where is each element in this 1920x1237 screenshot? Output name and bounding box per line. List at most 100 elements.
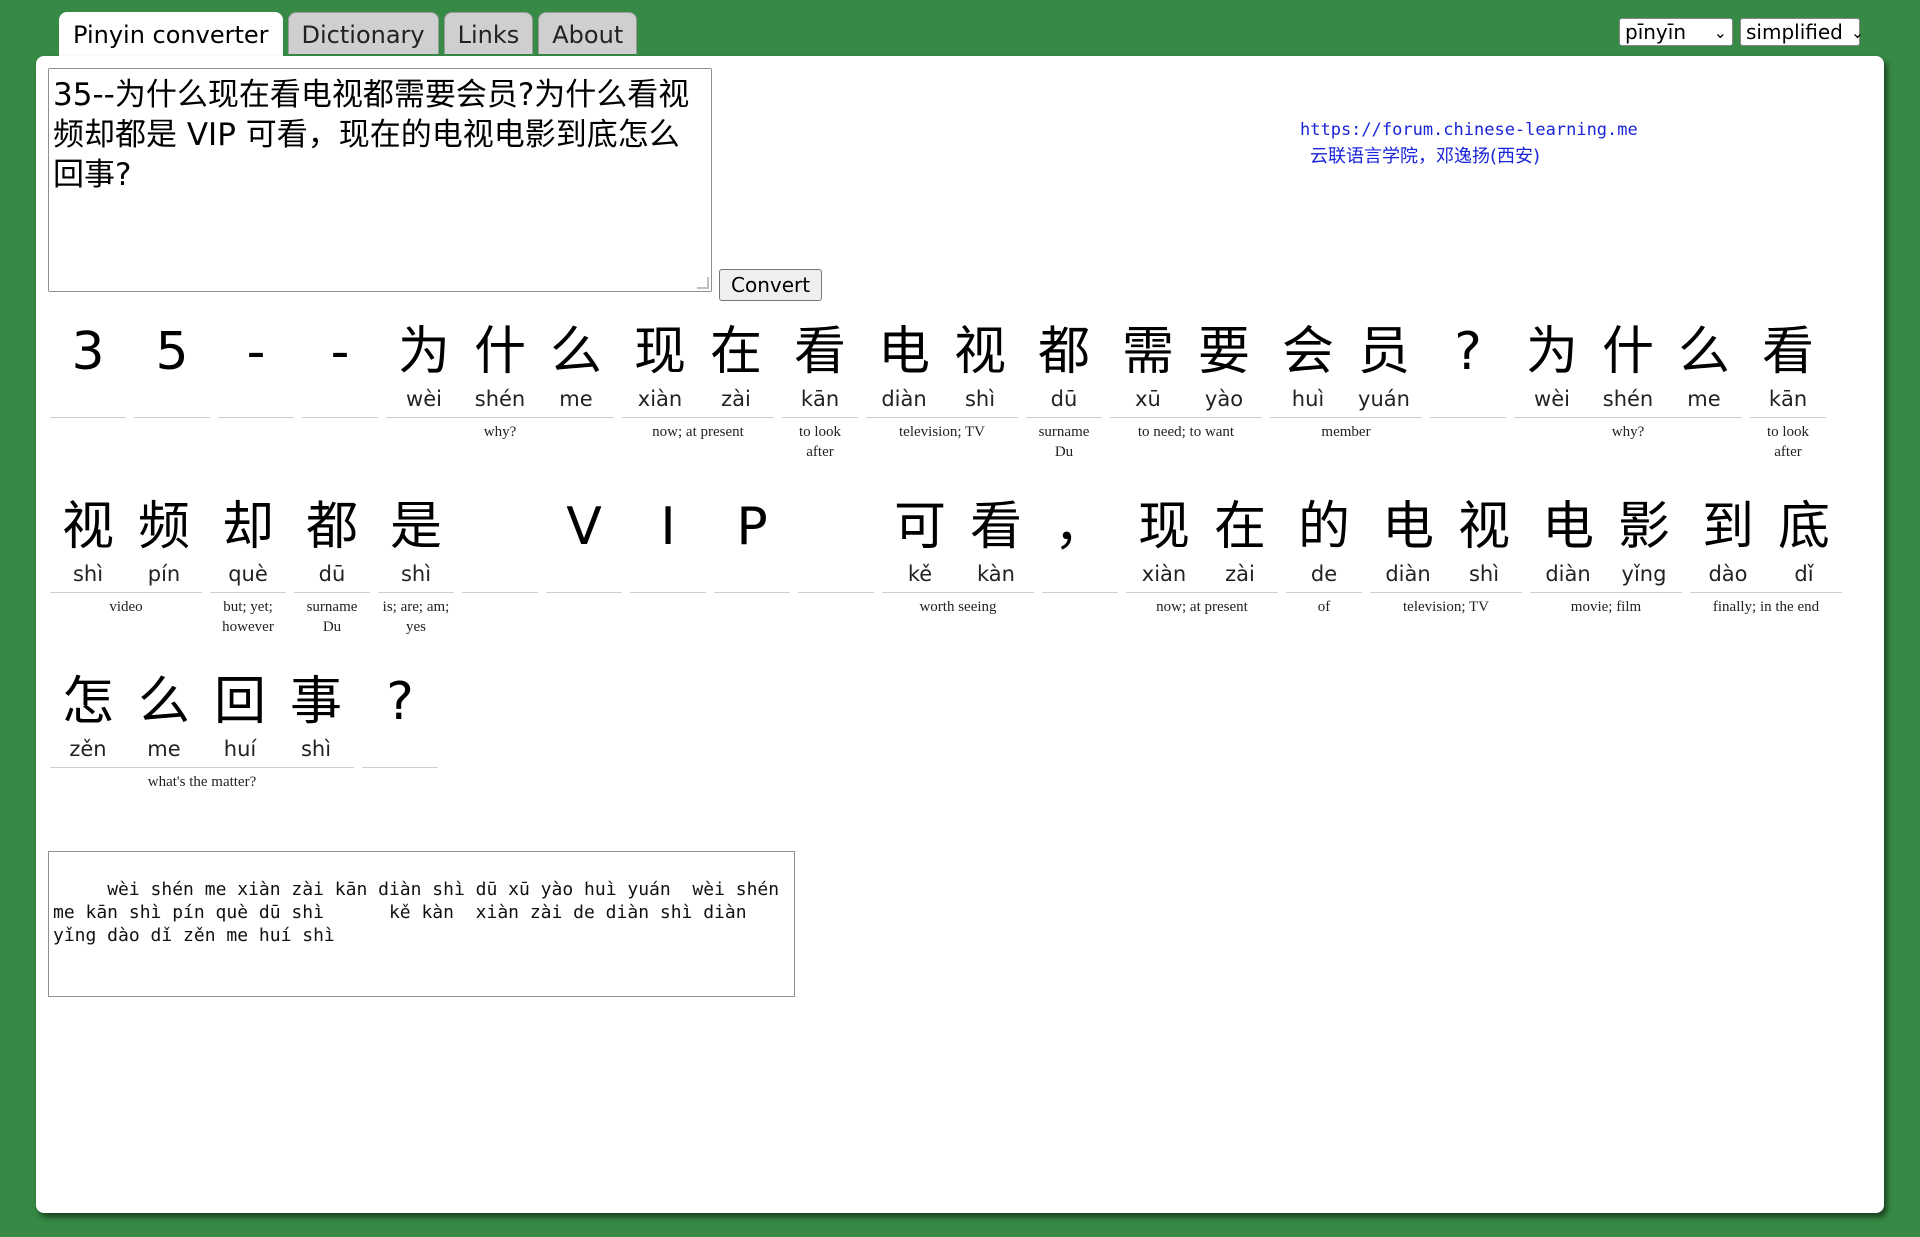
word-group: 为 wèi 什 shén 么 me why? [386,319,614,442]
pinyin [50,385,126,413]
character-cell: 回 huí [202,669,278,763]
word-divider [462,592,538,593]
character-cell: 现 xiàn [1126,494,1202,588]
annotation-row: 视 shì 频 pín video 却 què but; yet; however 都 dū sur… [50,494,1850,669]
hanzi: ， [1053,497,1106,557]
character-cell: 视 shì [50,494,126,588]
character-cell: 可 kě [882,494,958,588]
word-characters: 都 dū [294,494,370,588]
annotation-row: 怎 zěn 么 me 回 huí 事 shì what's the matter?? [50,669,1850,844]
word-divider [218,417,294,418]
hanzi: ? [1454,322,1482,382]
tab-dictionary[interactable]: Dictionary [287,12,439,54]
hanzi: 在 [709,322,762,382]
character-cell: 么 me [126,669,202,763]
word-group: I [630,494,706,597]
character-cell: 看 kàn [958,494,1034,588]
word-divider [294,592,370,593]
word-definition: movie; film [1570,599,1642,615]
romanization-select[interactable]: pīnyīn ⌄ [1619,18,1733,46]
hanzi: 为 [1525,322,1578,382]
word-divider [1514,417,1742,418]
hanzi: V [566,497,602,557]
word-divider [622,417,774,418]
character-cell: 么 me [1666,319,1742,413]
hanzi [798,494,874,560]
word-group: ， [1042,494,1118,597]
pinyin: diàn [1545,562,1591,586]
tab-bar: Pinyin converter Dictionary Links About [59,12,638,58]
character-cell: 视 shì [942,319,1018,413]
word-divider [1370,592,1522,593]
script-select[interactable]: simplified ⌄ [1740,18,1864,46]
word-group: P [714,494,790,597]
word-divider [1430,417,1506,418]
word-definition: video [109,599,143,615]
hanzi: 怎 [61,672,114,732]
hanzi: 要 [1197,322,1250,382]
romanization-select-value: pīnyīn [1625,20,1686,44]
hanzi: 底 [1777,497,1830,557]
pinyin: xiàn [1141,562,1187,586]
word-definition: but; yet; however [222,599,274,635]
word-characters: 可 kě 看 kàn [882,494,1034,588]
word-characters: 为 wèi 什 shén 么 me [386,319,614,413]
hanzi: 什 [1601,322,1654,382]
word-divider [798,592,874,593]
word-definition: worth seeing [919,599,997,615]
hanzi: 什 [473,322,526,382]
pinyin: dǐ [1794,562,1814,586]
word-characters: 视 shì 频 pín [50,494,202,588]
character-cell: 电 diàn [1530,494,1606,588]
hanzi: - [246,322,266,382]
pinyin: dào [1708,562,1748,586]
pinyin: de [1310,562,1338,586]
word-definition: member [1321,424,1371,440]
pinyin-output-value: wèi shén me xiàn zài kān diàn shì dū xū … [53,879,790,946]
word-group: 到 dào 底 dǐ finally; in the end [1690,494,1842,617]
word-group: 却 què but; yet; however [210,494,286,637]
word-group: 会 huì 员 yuán member [1270,319,1422,442]
word-divider [1286,592,1362,593]
hanzi: 会 [1281,322,1334,382]
pinyin: shì [964,387,996,411]
hanzi: P [736,497,768,557]
hanzi: 看 [1761,322,1814,382]
forum-link[interactable]: https://forum.chinese-learning.me [1300,120,1638,140]
tab-about[interactable]: About [538,12,638,54]
tab-pinyin-converter[interactable]: Pinyin converter [59,12,283,58]
character-cell: 的 de [1286,494,1362,588]
chinese-text-value: 35--为什么现在看电视都需要会员?为什么看视频却都是 VIP 可看，现在的电视… [53,77,690,193]
word-group: 可 kě 看 kàn worth seeing [882,494,1034,617]
word-characters [798,494,874,588]
pinyin: yuán [1358,387,1410,411]
word-definition: now; at present [652,424,744,440]
pinyin: shì [300,737,332,761]
character-cell: 怎 zěn [50,669,126,763]
word-characters: 都 dū [1026,319,1102,413]
pinyin: shén [474,387,526,411]
chevron-down-icon: ⌄ [1850,22,1865,42]
word-characters: 却 què [210,494,286,588]
pinyin: zěn [69,737,107,761]
annotated-text: 3 5- - 为 wèi 什 shén 么 me why? 现 xiàn 在 zài now; at pre… [50,319,1850,844]
pinyin: huí [223,737,257,761]
convert-button[interactable]: Convert [719,269,823,301]
pinyin: shén [1602,387,1654,411]
tab-links[interactable]: Links [443,12,534,54]
hanzi: 现 [1137,497,1190,557]
character-cell: 需 xū [1110,319,1186,413]
character-cell: 是 shì [378,494,454,588]
pinyin-output[interactable]: wèi shén me xiàn zài kān diàn shì dū xū … [48,851,795,997]
word-group: 是 shì is; are; am; yes [378,494,454,637]
word-definition: of [1317,599,1331,615]
pinyin: shì [400,562,432,586]
hanzi: 到 [1701,497,1754,557]
word-definition: is; are; am; yes [382,599,450,635]
resize-handle-icon[interactable] [697,277,709,289]
forum-credit: https://forum.chinese-learning.me 云联语言学院… [1300,120,1638,168]
character-cell: 却 què [210,494,286,588]
character-cell: 电 diàn [1370,494,1446,588]
hanzi: 却 [221,497,274,557]
chinese-text-input[interactable]: 35--为什么现在看电视都需要会员?为什么看视频却都是 VIP 可看，现在的电视… [48,68,712,292]
